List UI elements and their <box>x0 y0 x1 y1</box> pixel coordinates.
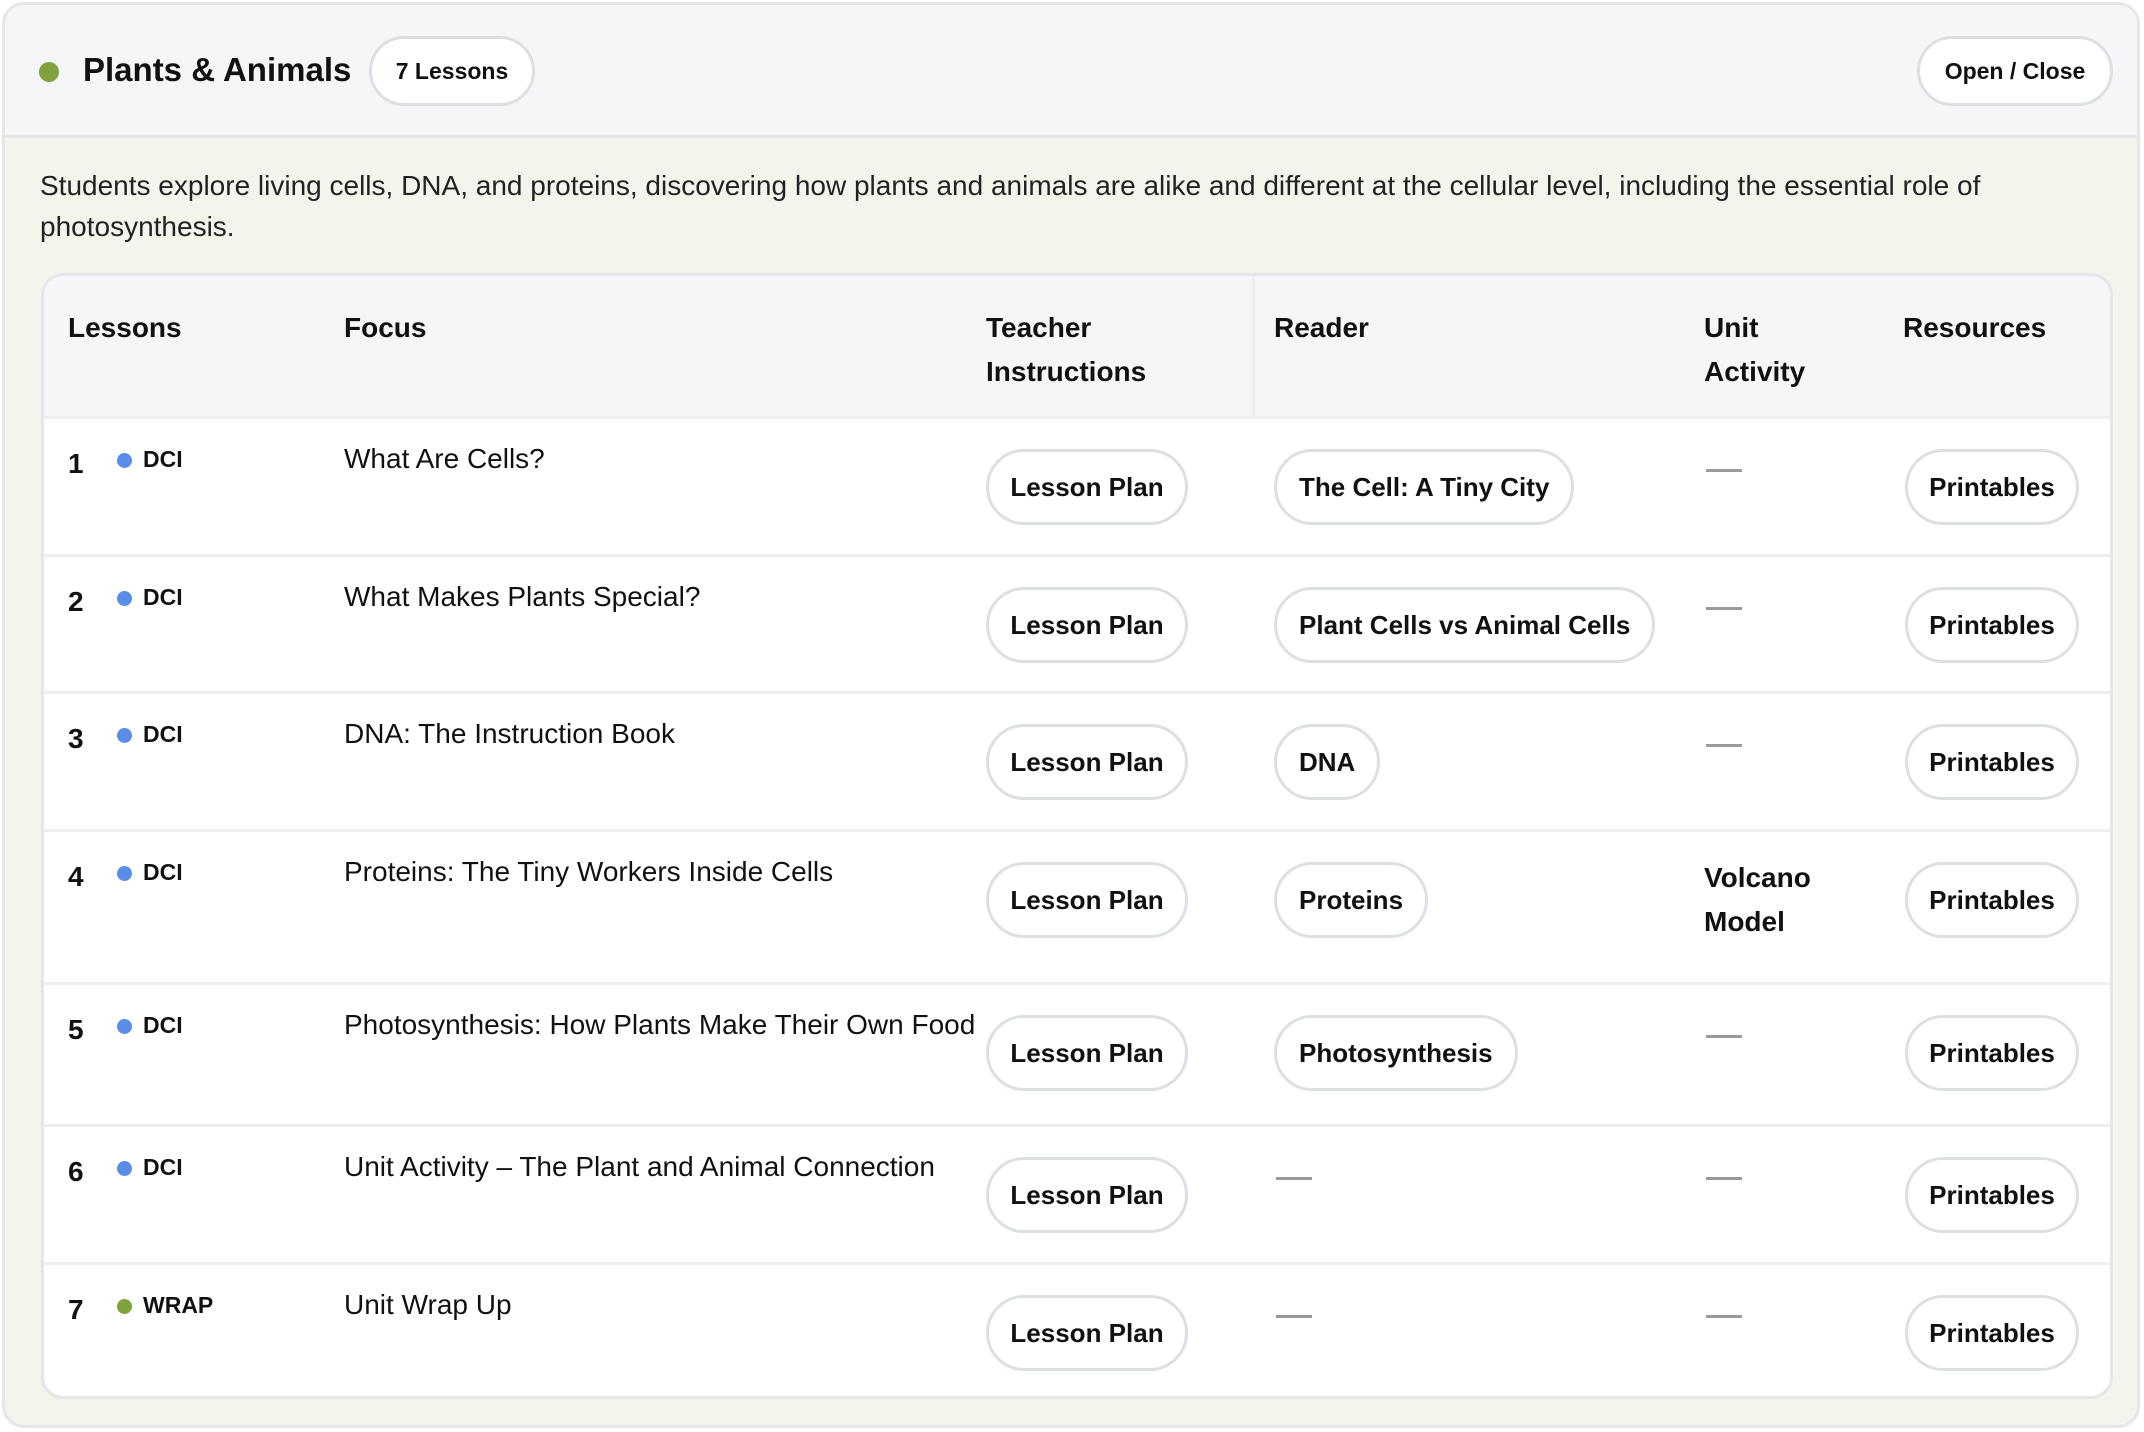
table-header: Lessons Focus Teacher Instructions Reade… <box>44 276 2110 419</box>
reader-button[interactable]: Proteins <box>1274 862 1429 938</box>
lesson-type-dot <box>117 1019 132 1034</box>
lesson-focus: Proteins: The Tiny Workers Inside Cells <box>344 856 834 887</box>
lesson-number: 6 <box>68 1156 84 1187</box>
table-row: 7 WRAP Unit Wrap Up Lesson Plan Printables <box>44 1262 2110 1396</box>
printables-button[interactable]: Printables <box>1905 1295 2079 1371</box>
lesson-plan-button[interactable]: Lesson Plan <box>986 1015 1188 1091</box>
empty-activity-dash <box>1706 1315 1742 1318</box>
lesson-plan-button[interactable]: Lesson Plan <box>986 862 1188 938</box>
empty-activity-dash <box>1706 1035 1742 1038</box>
lesson-focus: What Makes Plants Special? <box>344 581 701 612</box>
lesson-type-dot <box>117 591 132 606</box>
lesson-count-badge: 7 Lessons <box>369 36 535 106</box>
empty-activity-dash <box>1706 469 1742 472</box>
lesson-type-tag: DCI <box>143 721 183 747</box>
lesson-type-dot <box>117 1161 132 1176</box>
column-header-unit-activity: Unit Activity <box>1704 312 1806 387</box>
lesson-number: 5 <box>68 1014 84 1045</box>
lesson-plan-button[interactable]: Lesson Plan <box>986 1157 1188 1233</box>
lesson-number: 4 <box>68 861 84 892</box>
lesson-type-tag: DCI <box>143 584 183 610</box>
unit-title: Plants & Animals <box>83 51 352 88</box>
lesson-type-dot <box>117 866 132 881</box>
column-header-teacher-instructions: Teacher Instructions <box>986 312 1147 387</box>
empty-activity-dash <box>1706 1177 1742 1180</box>
empty-reader-dash <box>1276 1315 1312 1318</box>
lesson-plan-button[interactable]: Lesson Plan <box>986 1295 1188 1371</box>
table-row: 6 DCI Unit Activity – The Plant and Animal… <box>44 1124 2110 1265</box>
printables-button[interactable]: Printables <box>1905 724 2079 800</box>
table-row: 1 DCI What Are Cells? Lesson Plan The Cell: … <box>44 416 2110 557</box>
printables-button[interactable]: Printables <box>1905 1157 2079 1233</box>
column-header-reader: Reader <box>1274 312 1369 343</box>
lesson-number: 2 <box>68 586 84 617</box>
empty-activity-dash <box>1706 744 1742 747</box>
lesson-number: 1 <box>68 448 84 479</box>
lesson-plan-button[interactable]: Lesson Plan <box>986 724 1188 800</box>
column-header-lessons: Lessons <box>68 312 182 343</box>
lesson-plan-button[interactable]: Lesson Plan <box>986 449 1188 525</box>
table-row: 4 DCI Proteins: The Tiny Workers Inside Ce… <box>44 829 2110 985</box>
reader-button[interactable]: The Cell: A Tiny City <box>1274 449 1575 525</box>
open-close-button[interactable]: Open / Close <box>1917 36 2113 106</box>
lesson-focus: DNA: The Instruction Book <box>344 718 675 749</box>
unit-status-dot <box>39 62 59 82</box>
unit-header[interactable]: Plants & Animals 7 Lessons Open / Close <box>5 5 2137 138</box>
printables-button[interactable]: Printables <box>1905 449 2079 525</box>
unit-description: Students explore living cells, DNA, and … <box>40 170 1981 242</box>
lesson-type-dot <box>117 1299 132 1314</box>
table-row: 3 DCI DNA: The Instruction Book Lesson Plan… <box>44 691 2110 832</box>
table-row: 5 DCI Photosynthesis: How Plants Make Thei… <box>44 982 2110 1127</box>
lesson-type-tag: DCI <box>143 1154 183 1180</box>
lessons-table: Lessons Focus Teacher Instructions Reade… <box>41 273 2113 1399</box>
lesson-plan-button[interactable]: Lesson Plan <box>986 587 1188 663</box>
reader-button[interactable]: Photosynthesis <box>1274 1015 1518 1091</box>
column-header-focus: Focus <box>344 312 427 343</box>
lesson-type-tag: DCI <box>143 446 183 472</box>
empty-reader-dash <box>1276 1177 1312 1180</box>
empty-activity-dash <box>1706 607 1742 610</box>
printables-button[interactable]: Printables <box>1905 1015 2079 1091</box>
printables-button[interactable]: Printables <box>1905 862 2079 938</box>
column-divider <box>1252 276 1255 416</box>
lesson-type-tag: DCI <box>143 1012 183 1038</box>
unit-activity-name: Volcano Model <box>1704 862 1811 937</box>
lesson-type-tag: DCI <box>143 859 183 885</box>
lesson-type-dot <box>117 728 132 743</box>
lesson-type-dot <box>117 453 132 468</box>
lesson-type-tag: WRAP <box>143 1292 214 1318</box>
lesson-focus: Photosynthesis: How Plants Make Their Ow… <box>344 1009 976 1040</box>
lesson-number: 7 <box>68 1294 84 1325</box>
printables-button[interactable]: Printables <box>1905 587 2079 663</box>
lesson-focus: Unit Wrap Up <box>344 1289 512 1320</box>
unit-panel: Plants & Animals 7 Lessons Open / Close … <box>2 2 2140 1428</box>
table-row: 2 DCI What Makes Plants Special? Lesson Pla… <box>44 554 2110 694</box>
column-header-resources: Resources <box>1903 312 2047 343</box>
reader-button[interactable]: DNA <box>1274 724 1381 800</box>
reader-button[interactable]: Plant Cells vs Animal Cells <box>1274 587 1656 663</box>
lesson-number: 3 <box>68 723 84 754</box>
lesson-focus: Unit Activity – The Plant and Animal Con… <box>344 1151 935 1182</box>
lesson-focus: What Are Cells? <box>344 443 545 474</box>
